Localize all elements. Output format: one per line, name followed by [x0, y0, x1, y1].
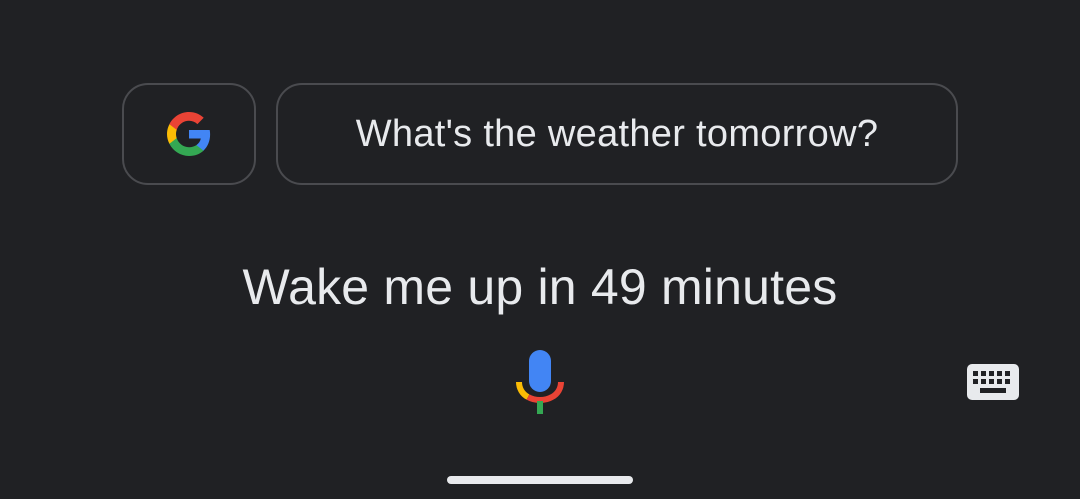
keyboard-button[interactable]: [961, 358, 1025, 406]
keyboard-icon: [967, 364, 1019, 400]
google-g-icon: [167, 112, 211, 156]
mic-button[interactable]: [509, 348, 571, 420]
suggestion-chip[interactable]: What's the weather tomorrow?: [276, 83, 958, 185]
assistant-screen: What's the weather tomorrow? Wake me up …: [0, 0, 1080, 499]
suggestion-chip-label: What's the weather tomorrow?: [355, 112, 879, 155]
microphone-icon: [516, 350, 564, 414]
home-indicator[interactable]: [447, 476, 633, 484]
spoken-query-text: Wake me up in 49 minutes: [242, 259, 838, 315]
google-chip[interactable]: [122, 83, 256, 185]
